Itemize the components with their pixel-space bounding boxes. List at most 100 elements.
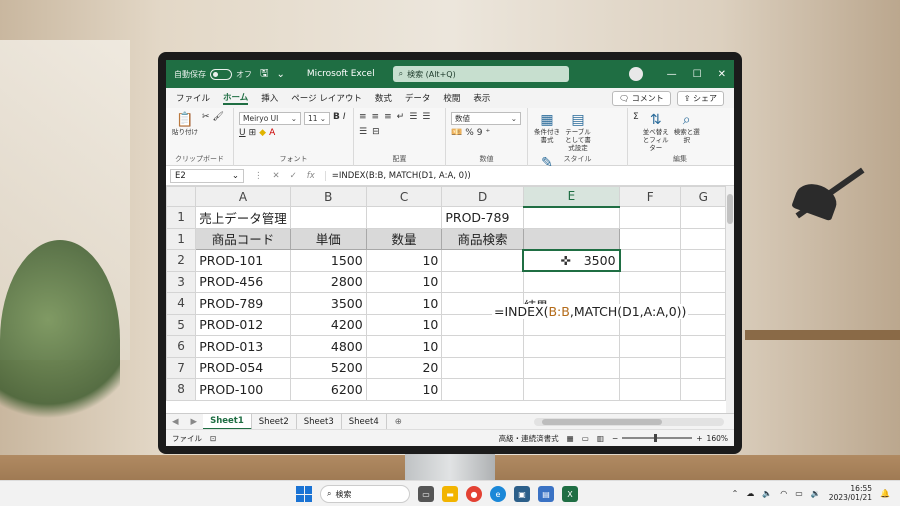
tab-formulas[interactable]: 数式 (375, 92, 392, 104)
fill-color-icon[interactable]: ◆ (259, 128, 266, 138)
number-format-select[interactable]: 数値 ⌄ (451, 112, 521, 125)
speaker-icon[interactable]: 🔈 (762, 489, 772, 498)
tab-file[interactable]: ファイル (176, 92, 210, 104)
cell[interactable]: PROD-100 (195, 378, 291, 401)
battery-icon[interactable]: ▭ (795, 489, 803, 498)
active-cell[interactable]: ✜ 3500 (522, 248, 621, 272)
cell[interactable]: PROD-789 (195, 292, 291, 315)
wifi-icon[interactable]: ◠ (780, 489, 787, 498)
cell[interactable]: 10 (365, 378, 443, 401)
task-view-icon[interactable]: ▭ (418, 486, 434, 502)
zoom-out-icon[interactable]: − (612, 434, 618, 443)
scroll-thumb[interactable] (727, 194, 733, 224)
cell[interactable]: 10 (365, 313, 443, 336)
row-header[interactable]: 4 (166, 292, 197, 315)
cell[interactable] (289, 206, 367, 229)
align-left-icon[interactable]: ☰ (409, 112, 417, 122)
maximize-icon[interactable]: ☐ (693, 69, 702, 80)
cell[interactable]: 10 (365, 292, 443, 315)
cloud-icon[interactable]: ☁ (746, 489, 754, 498)
sheet-tab-2[interactable]: Sheet2 (252, 413, 297, 430)
wrap-text-icon[interactable]: ↵ (397, 112, 405, 122)
cell[interactable] (441, 270, 524, 293)
sort-filter-button[interactable]: ⇅ 並べ替えとフィルター (642, 112, 670, 152)
row-header[interactable]: 7 (166, 356, 197, 379)
conditional-format-button[interactable]: ▦ 条件付き書式 (533, 112, 561, 152)
macro-icon[interactable]: ⊡ (210, 434, 216, 443)
cell[interactable] (365, 206, 443, 229)
cell[interactable]: 6200 (289, 378, 367, 401)
notification-icon[interactable]: 🔔 (880, 489, 890, 498)
font-color-icon[interactable]: A (269, 128, 275, 138)
column-header-g[interactable]: G (680, 186, 726, 207)
merge-icon[interactable]: ⊟ (372, 127, 380, 137)
save-icon[interactable]: 🖫 (260, 66, 269, 83)
table-format-button[interactable]: ▤ テーブルとして書式設定 (564, 112, 592, 152)
cell[interactable] (522, 378, 621, 401)
close-icon[interactable]: ✕ (718, 69, 726, 80)
insert-function-icon[interactable]: fx (307, 171, 315, 181)
bold-icon[interactable]: B (333, 112, 340, 125)
column-header-d[interactable]: D (441, 186, 524, 207)
tab-insert[interactable]: 挿入 (261, 92, 278, 104)
sheet-tab-1[interactable]: Sheet1 (203, 413, 252, 430)
vertical-scrollbar[interactable] (726, 186, 734, 413)
autosum-icon[interactable]: Σ (633, 112, 639, 152)
cell[interactable] (680, 227, 726, 250)
cell[interactable] (441, 335, 524, 358)
cell[interactable]: 10 (365, 270, 443, 293)
cell[interactable] (680, 356, 726, 379)
cell[interactable] (441, 356, 524, 379)
chrome-icon[interactable]: ● (466, 486, 482, 502)
cell[interactable]: 4200 (289, 313, 367, 336)
zoom-in-icon[interactable]: + (696, 434, 702, 443)
share-button[interactable]: ⇪ シェア (676, 90, 724, 106)
avatar[interactable] (628, 67, 643, 81)
horizontal-scrollbar[interactable] (534, 417, 724, 426)
cell[interactable] (441, 378, 524, 401)
italic-icon[interactable]: I (343, 112, 346, 125)
outlook-icon[interactable]: ▤ (538, 486, 554, 502)
taskbar-search[interactable]: ⌕ 検索 (320, 485, 410, 503)
search-key-cell[interactable]: PROD-789 (441, 206, 524, 229)
row-header[interactable]: 8 (166, 378, 197, 401)
start-icon[interactable] (296, 486, 312, 502)
column-header-e[interactable]: E (522, 186, 621, 208)
autosave-toggle[interactable]: 自動保存 オフ (174, 68, 252, 80)
cell[interactable] (441, 249, 524, 272)
cell[interactable] (619, 356, 682, 379)
align-right-icon[interactable]: ☰ (359, 127, 367, 137)
cell[interactable] (680, 249, 726, 272)
comma-icon[interactable]: 9 (477, 128, 483, 138)
select-all[interactable] (166, 186, 197, 207)
cell[interactable] (680, 335, 726, 358)
cell[interactable] (619, 206, 682, 229)
row-header[interactable]: 1 (166, 206, 197, 229)
page-layout-icon[interactable]: ▭ (582, 434, 589, 443)
currency-icon[interactable]: 💴 (451, 128, 462, 138)
cell[interactable]: PROD-013 (195, 335, 291, 358)
cell[interactable]: PROD-101 (195, 249, 291, 272)
header-cell[interactable]: 単価 (289, 227, 367, 250)
font-size-select[interactable]: 11 ⌄ (304, 112, 330, 125)
tab-view[interactable]: 表示 (473, 92, 490, 104)
cell[interactable] (619, 227, 682, 250)
header-cell[interactable]: 商品コード (195, 227, 291, 250)
chevron-up-icon[interactable]: ⌃ (732, 489, 739, 498)
cell[interactable] (619, 270, 682, 293)
row-header[interactable]: 3 (166, 270, 197, 293)
toggle-switch[interactable] (210, 68, 232, 80)
accessibility-status[interactable]: 高級・連続済書式 (499, 433, 559, 444)
worksheet-grid[interactable]: A B C D E F G 1 売上データ管理 PROD-789 1 商品コード… (166, 186, 726, 413)
increase-decimal-icon[interactable]: ⁺ (486, 128, 491, 138)
percent-icon[interactable]: % (465, 128, 474, 138)
clock[interactable]: 16:55 2023/01/21 (829, 484, 872, 502)
cell[interactable] (522, 206, 621, 229)
cell[interactable]: 3500 (289, 292, 367, 315)
store-icon[interactable]: ▣ (514, 486, 530, 502)
cell[interactable]: PROD-456 (195, 270, 291, 293)
zoom-control[interactable]: − + 160% (612, 434, 728, 443)
column-header-f[interactable]: F (619, 186, 682, 207)
cell[interactable]: PROD-054 (195, 356, 291, 379)
font-name-select[interactable]: Meiryo UI ⌄ (239, 112, 301, 125)
